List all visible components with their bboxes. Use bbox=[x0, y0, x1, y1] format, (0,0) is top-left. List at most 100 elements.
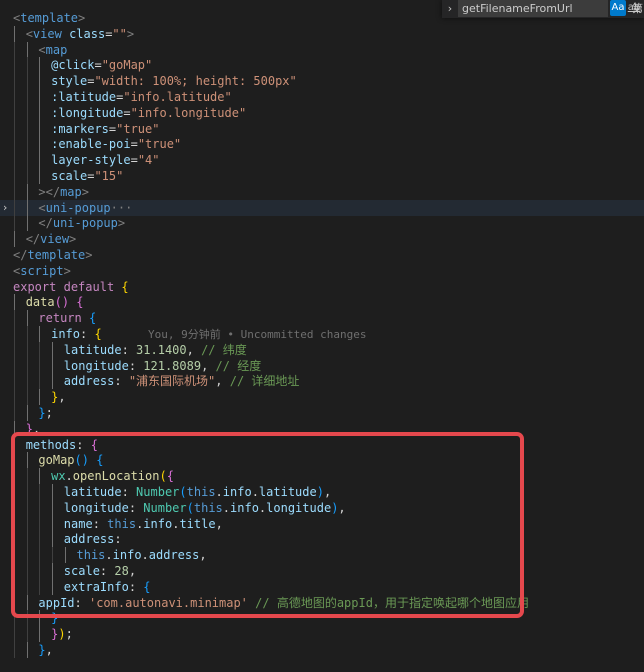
code-line[interactable]: longitude: 121.8089, // 经度 bbox=[0, 358, 644, 374]
code-line[interactable]: name: this.info.title, bbox=[0, 516, 644, 532]
code-line[interactable]: goMap() { bbox=[0, 452, 644, 468]
code-line[interactable]: style="width: 100%; height: 500px" bbox=[0, 73, 644, 89]
code-line[interactable]: }, bbox=[0, 389, 644, 405]
code-line[interactable]: <map bbox=[0, 42, 644, 58]
indent-guide bbox=[26, 152, 28, 168]
code-text: <script> bbox=[13, 263, 71, 279]
code-token: : bbox=[114, 374, 129, 388]
code-line[interactable]: address: bbox=[0, 531, 644, 547]
indent-guide bbox=[14, 626, 15, 642]
indent-guide bbox=[14, 152, 15, 168]
code-token: uni-popup bbox=[45, 201, 111, 215]
chevron-right-icon[interactable]: › bbox=[0, 200, 10, 216]
code-token: title bbox=[179, 517, 216, 531]
code-editor[interactable]: … <template><view class=""><map@click="g… bbox=[0, 0, 644, 672]
code-line[interactable]: appId: 'com.autonavi.minimap' // 高德地图的ap… bbox=[0, 595, 644, 611]
code-token: info bbox=[112, 548, 142, 562]
code-line[interactable]: export default { bbox=[0, 279, 644, 295]
indent-guide bbox=[39, 326, 41, 342]
code-line[interactable]: address: "浦东国际机场", // 详细地址 bbox=[0, 373, 644, 389]
code-line[interactable]: scale: 28, bbox=[0, 563, 644, 579]
code-line[interactable]: methods: { bbox=[0, 437, 644, 453]
indent-guide bbox=[26, 547, 28, 563]
code-token: longitude bbox=[63, 501, 129, 515]
code-line[interactable]: }; bbox=[0, 405, 644, 421]
code-line[interactable]: <view class=""> bbox=[0, 26, 644, 42]
code-token: info bbox=[222, 485, 252, 499]
code-line[interactable]: extraInfo: { bbox=[0, 579, 644, 595]
code-line[interactable]: }, bbox=[0, 642, 644, 658]
find-input[interactable] bbox=[458, 0, 608, 17]
code-text: style="width: 100%; height: 500px" bbox=[51, 73, 297, 89]
code-line[interactable]: data() { bbox=[0, 294, 644, 310]
code-token: . bbox=[105, 548, 113, 562]
indent-guide bbox=[14, 231, 15, 247]
indent-guide bbox=[26, 136, 28, 152]
code-token: > bbox=[85, 248, 93, 262]
code-line[interactable]: scale="15" bbox=[0, 168, 644, 184]
code-line[interactable]: } bbox=[0, 610, 644, 626]
code-line[interactable]: wx.openLocation({ bbox=[0, 468, 644, 484]
match-case-toggle[interactable]: Aa bbox=[610, 0, 626, 16]
code-text: :longitude="info.longitude" bbox=[51, 105, 246, 121]
code-text: wx.openLocation({ bbox=[51, 468, 174, 484]
code-text: export default { bbox=[13, 279, 129, 295]
indent-guide bbox=[39, 152, 41, 168]
code-token: { bbox=[90, 438, 98, 452]
indent-guide bbox=[14, 326, 15, 342]
code-token: layer-style bbox=[51, 153, 131, 167]
code-line[interactable]: this.info.address, bbox=[0, 547, 644, 563]
indent-guide bbox=[14, 405, 15, 421]
code-line[interactable]: @click="goMap" bbox=[0, 57, 644, 73]
code-token: > bbox=[63, 264, 71, 278]
code-token: return bbox=[38, 311, 82, 325]
chevron-right-icon[interactable]: › bbox=[444, 1, 456, 17]
code-token: address bbox=[63, 374, 115, 388]
indent-guide bbox=[26, 610, 28, 626]
indent-guide bbox=[26, 121, 28, 137]
code-token: , bbox=[215, 374, 230, 388]
indent-guide bbox=[14, 342, 15, 358]
code-line[interactable]: :longitude="info.longitude" bbox=[0, 105, 644, 121]
code-line[interactable]: latitude: 31.1400, // 纬度 bbox=[0, 342, 644, 358]
code-token: info bbox=[230, 501, 259, 515]
code-line[interactable]: }, bbox=[0, 421, 644, 437]
indent-guide bbox=[14, 547, 15, 563]
code-token: map bbox=[45, 43, 68, 57]
code-line[interactable]: latitude: Number(this.info.latitude), bbox=[0, 484, 644, 500]
code-line[interactable]: longitude: Number(this.info.longitude), bbox=[0, 500, 644, 516]
code-token: appId bbox=[38, 596, 75, 610]
code-line[interactable]: <script> bbox=[0, 263, 644, 279]
indent-guide bbox=[39, 547, 41, 563]
code-line[interactable]: </uni-popup> bbox=[0, 215, 644, 231]
code-line[interactable]: }); bbox=[0, 626, 644, 642]
code-token: scale bbox=[63, 564, 100, 578]
code-token: this bbox=[76, 548, 106, 562]
code-line[interactable]: </view> bbox=[0, 231, 644, 247]
find-widget[interactable]: › Aa ab .* 第 bbox=[442, 0, 644, 18]
code-token: : bbox=[76, 438, 91, 452]
code-line[interactable]: › <uni-popup··· bbox=[0, 200, 644, 216]
code-line[interactable]: </template> bbox=[0, 247, 644, 263]
code-line[interactable]: :markers="true" bbox=[0, 121, 644, 137]
code-token: address bbox=[148, 548, 200, 562]
code-text: scale="15" bbox=[51, 168, 123, 184]
indent-guide bbox=[26, 516, 28, 532]
indent-guide bbox=[14, 89, 15, 105]
code-text: <map bbox=[38, 42, 67, 58]
code-token: } bbox=[38, 406, 46, 420]
code-line[interactable]: :enable-poi="true" bbox=[0, 136, 644, 152]
code-line[interactable]: layer-style="4" bbox=[0, 152, 644, 168]
code-token: // 高德地图的appId，用于指定唤起哪个地图应用 bbox=[255, 596, 529, 610]
indent-guide bbox=[52, 531, 54, 547]
code-line[interactable]: info: { You, 9分钟前 • Uncommitted changes bbox=[0, 326, 644, 342]
code-line[interactable]: ></map> bbox=[0, 184, 644, 200]
code-line[interactable]: return { bbox=[0, 310, 644, 326]
code-text: this.info.address, bbox=[77, 547, 207, 563]
code-line[interactable]: :latitude="info.latitude" bbox=[0, 89, 644, 105]
code-token: > bbox=[78, 11, 86, 25]
code-token: extraInfo bbox=[63, 580, 129, 594]
code-token: data bbox=[25, 295, 55, 309]
code-token: "15" bbox=[94, 169, 124, 183]
